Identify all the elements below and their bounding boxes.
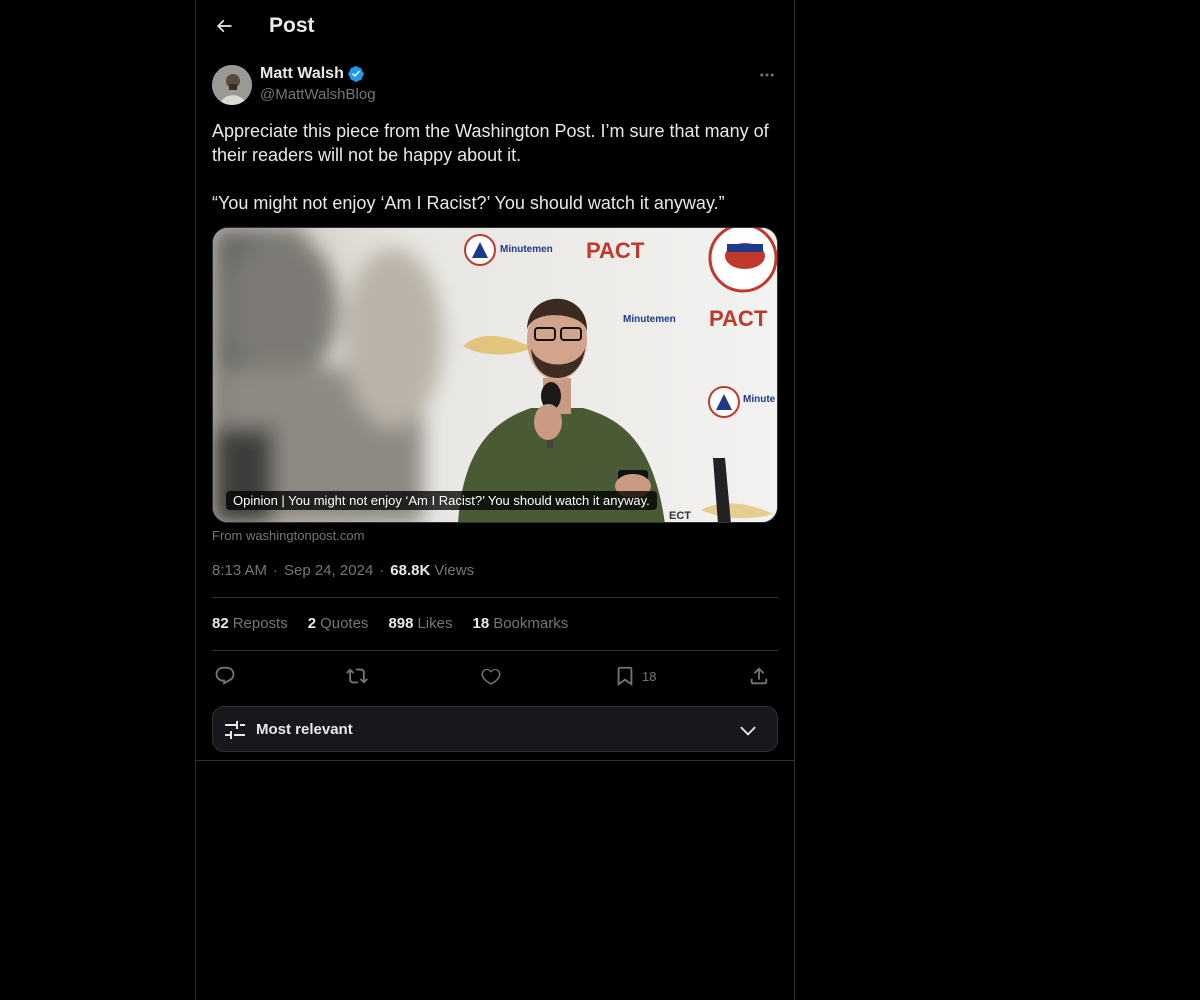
divider — [196, 760, 794, 761]
backdrop-logo-6: ECT — [669, 510, 691, 522]
post-text-line-1: Appreciate this piece from the Washingto… — [212, 121, 769, 165]
likes-stat[interactable]: 898 Likes — [388, 615, 452, 632]
post-date[interactable]: Sep 24, 2024 — [284, 562, 373, 579]
bookmark-button[interactable]: 18 — [614, 660, 656, 692]
repost-button[interactable] — [346, 660, 368, 692]
author-handle[interactable]: @MattWalshBlog — [260, 86, 376, 103]
post-time[interactable]: 8:13 AM — [212, 562, 267, 579]
bookmarks-label: Bookmarks — [493, 615, 569, 632]
backdrop-logo-3: Minutemen — [623, 314, 676, 325]
reposts-stat[interactable]: 82 Reposts — [212, 615, 288, 632]
likes-label: Likes — [417, 615, 453, 632]
link-card[interactable]: Minutemen PACT Minutemen PACT Minute ECT — [212, 227, 778, 523]
card-caption: Opinion | You might not enjoy ‘Am I Raci… — [226, 491, 657, 510]
card-source[interactable]: From washingtonpost.com — [212, 528, 364, 543]
post-column: Post Matt Walsh @MattWalshBlog Appreciat… — [195, 0, 795, 1000]
avatar-image — [212, 65, 252, 105]
chevron-down-icon — [740, 726, 756, 736]
reply-sort-dropdown[interactable]: Most relevant — [212, 706, 778, 752]
backdrop-logo-2: PACT — [586, 238, 645, 263]
post-text: Appreciate this piece from the Washingto… — [212, 119, 780, 215]
bookmark-icon — [617, 666, 633, 687]
author-name[interactable]: Matt Walsh — [260, 65, 365, 83]
views-count: 68.8K — [390, 562, 431, 579]
bookmark-count: 18 — [642, 668, 657, 684]
more-icon — [760, 73, 774, 77]
post-meta: 8:13 AM · Sep 24, 2024 · 68.8K Views — [212, 562, 474, 579]
quotes-count: 2 — [307, 615, 317, 632]
verified-badge-icon — [348, 65, 364, 82]
divider — [212, 650, 778, 651]
more-options-button[interactable] — [756, 64, 778, 86]
card-image: Minutemen PACT Minutemen PACT Minute ECT — [213, 228, 777, 522]
repost-icon — [346, 668, 368, 684]
quotes-label: Quotes — [320, 615, 369, 632]
backdrop-logo-4: PACT — [709, 306, 768, 331]
views-label: Views — [434, 562, 475, 579]
like-icon — [481, 668, 501, 685]
backdrop-logo-1: Minutemen — [500, 244, 553, 255]
avatar[interactable] — [212, 65, 252, 105]
meta-separator: · — [273, 562, 279, 579]
back-button[interactable] — [210, 12, 238, 40]
author-name-text: Matt Walsh — [260, 65, 344, 82]
likes-count: 898 — [388, 615, 414, 632]
share-button[interactable] — [748, 660, 770, 692]
bookmarks-count: 18 — [472, 615, 490, 632]
divider — [212, 597, 778, 598]
page-title: Post — [269, 14, 315, 37]
meta-separator: · — [379, 562, 385, 579]
bookmarks-stat[interactable]: 18 Bookmarks — [473, 615, 569, 632]
sort-label: Most relevant — [256, 721, 353, 738]
engagement-stats: 82 Reposts 2 Quotes 898 Likes 18 Bookmarks — [212, 615, 568, 632]
reposts-label: Reposts — [232, 615, 288, 632]
reply-icon — [215, 666, 235, 685]
backdrop-logo-5: Minute — [743, 394, 776, 405]
filter-sliders-icon — [225, 721, 245, 739]
reply-button[interactable] — [214, 660, 236, 692]
action-bar: 18 — [212, 660, 778, 692]
arrow-left-icon — [216, 19, 232, 33]
page-header: Post — [196, 0, 794, 54]
post-text-line-2: “You might not enjoy ‘Am I Racist?’ You … — [212, 193, 725, 213]
quotes-stat[interactable]: 2 Quotes — [308, 615, 369, 632]
reposts-count: 82 — [212, 615, 229, 632]
share-icon — [750, 667, 768, 685]
like-button[interactable] — [480, 660, 502, 692]
